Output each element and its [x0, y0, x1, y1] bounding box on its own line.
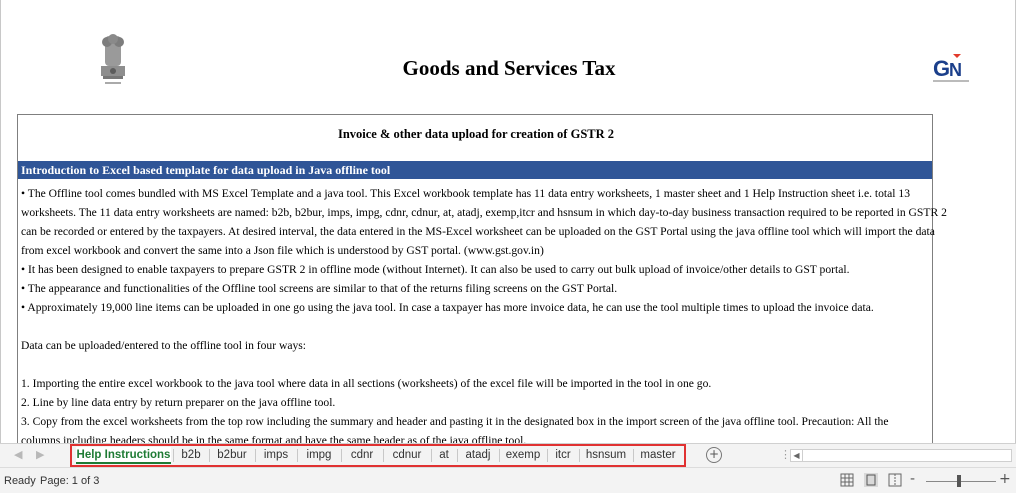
tab-cdnur[interactable]: cdnur	[384, 447, 430, 464]
tab-itcr[interactable]: itcr	[548, 447, 578, 464]
page-title: Goods and Services Tax	[402, 56, 616, 80]
gstn-logo-icon: G N	[933, 54, 969, 82]
status-page-number: Page: 1 of 3	[40, 475, 100, 487]
normal-view-icon[interactable]	[840, 473, 854, 487]
tab-master[interactable]: master	[634, 447, 682, 464]
text-line: columns including headers should be in t…	[21, 434, 527, 443]
sheet-tab-bar: ◀ ▶ Help Instructions b2b b2bur imps imp…	[0, 443, 1016, 467]
tab-scroll-right-icon[interactable]: ▶	[36, 448, 44, 461]
tab-at[interactable]: at	[432, 447, 456, 464]
text-line: 2. Line by line data entry by return pre…	[21, 396, 336, 409]
page-layout-view-icon[interactable]	[864, 473, 878, 487]
text-line: • It has been designed to enable taxpaye…	[21, 263, 850, 276]
zoom-slider-thumb[interactable]	[957, 475, 961, 487]
text-line: • Approximately 19,000 line items can be…	[21, 301, 874, 314]
tab-b2bur[interactable]: b2bur	[210, 447, 254, 464]
document-subtitle: Invoice & other data upload for creation…	[337, 127, 615, 141]
text-line: can be recorded or entered by the taxpay…	[21, 225, 935, 238]
tab-b2b[interactable]: b2b	[174, 447, 208, 464]
section-heading: Introduction to Excel based template for…	[18, 161, 932, 179]
horizontal-scrollbar[interactable]: ◀	[790, 449, 1012, 462]
svg-text:G: G	[933, 56, 950, 81]
instruction-content-box: Invoice & other data upload for creation…	[17, 114, 947, 443]
tab-atadj[interactable]: atadj	[458, 447, 498, 464]
tab-hsnsum[interactable]: hsnsum	[580, 447, 632, 464]
text-line: • The appearance and functionalities of …	[21, 282, 618, 295]
text-line: 1. Importing the entire excel workbook t…	[21, 377, 712, 390]
header-band: Goods and Services Tax G N	[1, 0, 1015, 112]
svg-text:N: N	[949, 60, 962, 80]
tab-imps[interactable]: imps	[256, 447, 296, 464]
zoom-slider[interactable]	[926, 481, 996, 482]
text-line: • The Offline tool comes bundled with MS…	[21, 187, 910, 200]
text-line: worksheets. The 11 data entry worksheets…	[21, 206, 947, 219]
text-line: from excel workbook and convert the same…	[21, 244, 544, 257]
status-bar: Ready Page: 1 of 3 - +	[0, 467, 1016, 493]
zoom-in-button[interactable]: +	[999, 471, 1011, 487]
tab-impg[interactable]: impg	[298, 447, 340, 464]
tab-scroll-left-icon[interactable]: ◀	[14, 448, 22, 461]
zoom-out-button[interactable]: -	[910, 471, 915, 487]
tab-help-instructions[interactable]: Help Instructions	[76, 447, 171, 464]
worksheet-area[interactable]: Goods and Services Tax G N Invoice & oth…	[0, 0, 1016, 443]
tab-exemp[interactable]: exemp	[500, 447, 546, 464]
tab-cdnr[interactable]: cdnr	[342, 447, 382, 464]
status-ready: Ready	[4, 475, 36, 487]
add-sheet-button[interactable]: +	[706, 447, 722, 463]
page-break-view-icon[interactable]	[888, 473, 902, 487]
text-line: 3. Copy from the excel worksheets from t…	[21, 415, 889, 428]
text-line: Data can be uploaded/entered to the offl…	[21, 339, 307, 352]
scroll-left-icon[interactable]: ◀	[791, 450, 803, 461]
